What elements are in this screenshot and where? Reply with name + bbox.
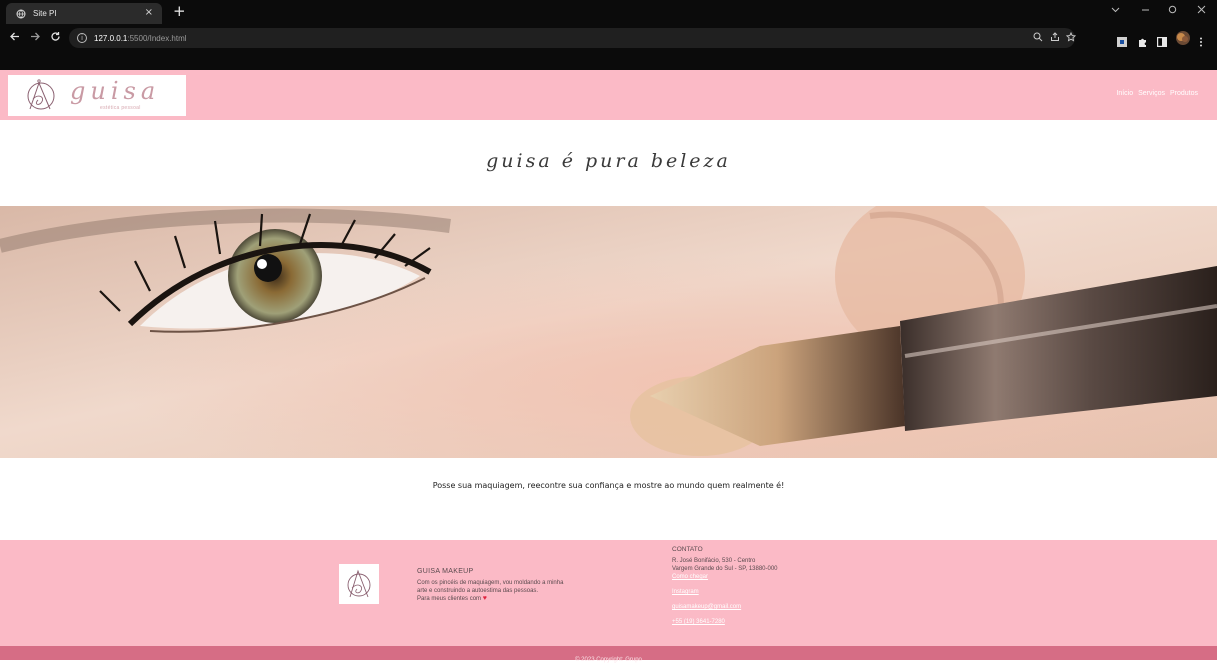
profile-icon[interactable] (1176, 30, 1190, 45)
copyright-text: © 2023 Copyright: Grupo (575, 657, 642, 663)
footer-brand-title: GUISA MAKEUP (417, 568, 474, 575)
back-icon[interactable] (9, 31, 20, 45)
instagram-link[interactable]: Instagram (672, 588, 778, 596)
sidepanel-icon[interactable] (1157, 32, 1168, 48)
logo-tagline: estética pessoal (100, 105, 141, 111)
url-text: 127.0.0.1:5500/Index.html (94, 33, 187, 43)
extension-icon[interactable] (1117, 32, 1127, 47)
chevron-down-icon[interactable] (1111, 5, 1120, 18)
hero-caption: Posse sua maquiagem, reecontre sua confi… (432, 481, 785, 490)
hero-image (0, 206, 1217, 458)
browser-tab-bar: Site PI × + (0, 0, 1217, 24)
star-icon[interactable] (1065, 31, 1077, 46)
nav-link-produtos[interactable]: Produtos (1170, 90, 1198, 97)
tab-close-icon[interactable]: × (145, 7, 153, 19)
footer-brand-text: Com os pincéis de maquiagem, vou moldand… (417, 580, 564, 602)
zoom-icon[interactable] (1033, 32, 1043, 46)
browser-tab[interactable]: Site PI × (6, 3, 162, 24)
contact-title: CONTATO (672, 546, 703, 553)
browser-toolbar: i 127.0.0.1:5500/Index.html (0, 24, 1217, 70)
close-icon[interactable] (1197, 5, 1206, 18)
minimize-icon[interactable] (1141, 5, 1150, 18)
site-logo[interactable]: guisa estética pessoal (8, 75, 186, 116)
restore-icon[interactable] (1168, 5, 1177, 18)
copyright-bar: © 2023 Copyright: Grupo (0, 646, 1217, 663)
info-icon[interactable]: i (77, 33, 87, 43)
address-line: R. José Bonifácio, 530 - Centro (672, 558, 756, 564)
reload-icon[interactable] (50, 31, 61, 45)
logo-monogram-icon (27, 79, 55, 110)
nav-link-inicio[interactable]: Início (1116, 90, 1133, 97)
logo-monogram-icon (347, 569, 371, 598)
address-line: Vargem Grande do Sul - SP, 13880-000 (672, 566, 778, 572)
nav-link-servicos[interactable]: Serviços (1138, 90, 1165, 97)
heart-icon: ♥ (482, 595, 487, 602)
footer-logo (339, 564, 379, 604)
map-link[interactable]: Como chegar (672, 573, 778, 581)
footer-contact: CONTATO R. José Bonifácio, 530 - Centro … (672, 546, 778, 626)
footer-brand: GUISA MAKEUP Com os pincéis de maquiagem… (417, 568, 607, 603)
puzzle-icon[interactable] (1137, 32, 1147, 47)
address-bar[interactable]: i 127.0.0.1:5500/Index.html (69, 28, 1077, 48)
tab-title: Site PI (33, 9, 57, 18)
logo-wordmark: guisa (70, 77, 161, 105)
site-footer: GUISA MAKEUP Com os pincéis de maquiagem… (0, 540, 1217, 646)
menu-icon[interactable] (1199, 32, 1209, 47)
main-nav: Início Serviços Produtos (1116, 90, 1198, 97)
globe-icon (15, 8, 27, 20)
share-icon[interactable] (1050, 32, 1060, 46)
phone-link[interactable]: +55 (19) 3641-7280 (672, 618, 778, 626)
forward-icon[interactable] (30, 31, 41, 45)
new-tab-button[interactable]: + (173, 3, 186, 19)
hero-tagline: guisa é pura beleza (486, 150, 731, 172)
email-link[interactable]: guisamakeup@gmail.com (672, 603, 778, 611)
site-header: guisa estética pessoal Início Serviços P… (0, 70, 1217, 120)
